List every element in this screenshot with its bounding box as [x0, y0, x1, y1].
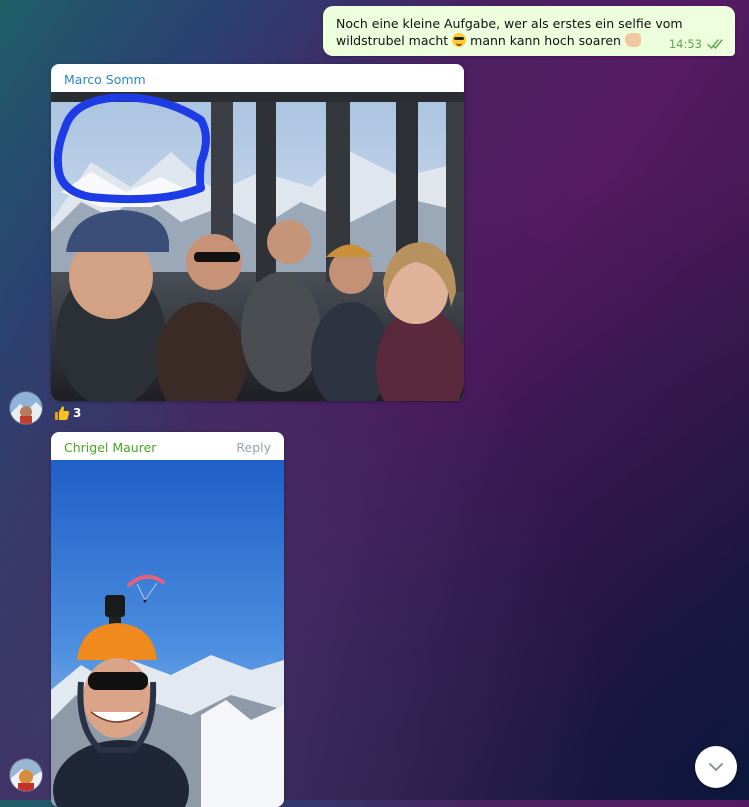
- thumbs-up-icon: [55, 406, 70, 420]
- scroll-to-bottom-button[interactable]: [695, 746, 737, 788]
- sender-name[interactable]: Chrigel Maurer: [64, 440, 156, 455]
- incoming-photo-message[interactable]: Chrigel Maurer Reply: [51, 432, 284, 807]
- avatar[interactable]: [10, 759, 42, 791]
- message-meta: 14:53: [669, 37, 725, 51]
- message-time: 14:53: [668, 37, 702, 51]
- avatar[interactable]: [10, 392, 42, 424]
- reaction-badge[interactable]: 3: [54, 405, 81, 421]
- thumbs-up-light-skin-icon: [624, 33, 641, 47]
- helmet-selfie-mountain-photo[interactable]: [51, 460, 284, 807]
- message-text-part-2: mann kann hoch soaren: [470, 33, 621, 48]
- outgoing-message-text: Noch eine kleine Aufgabe, wer als erstes…: [336, 15, 721, 49]
- double-check-icon: [707, 39, 723, 50]
- reply-button[interactable]: Reply: [236, 440, 271, 455]
- group-selfie-gondola-photo[interactable]: [51, 92, 464, 401]
- smiling-face-with-sunglasses-icon: [452, 33, 467, 47]
- incoming-photo-message[interactable]: Marco Somm: [51, 64, 464, 401]
- reaction-count: 3: [73, 406, 82, 420]
- sender-name[interactable]: Marco Somm: [64, 72, 146, 87]
- chevron-down-icon: [709, 763, 723, 771]
- outgoing-message-bubble[interactable]: Noch eine kleine Aufgabe, wer als erstes…: [323, 6, 735, 56]
